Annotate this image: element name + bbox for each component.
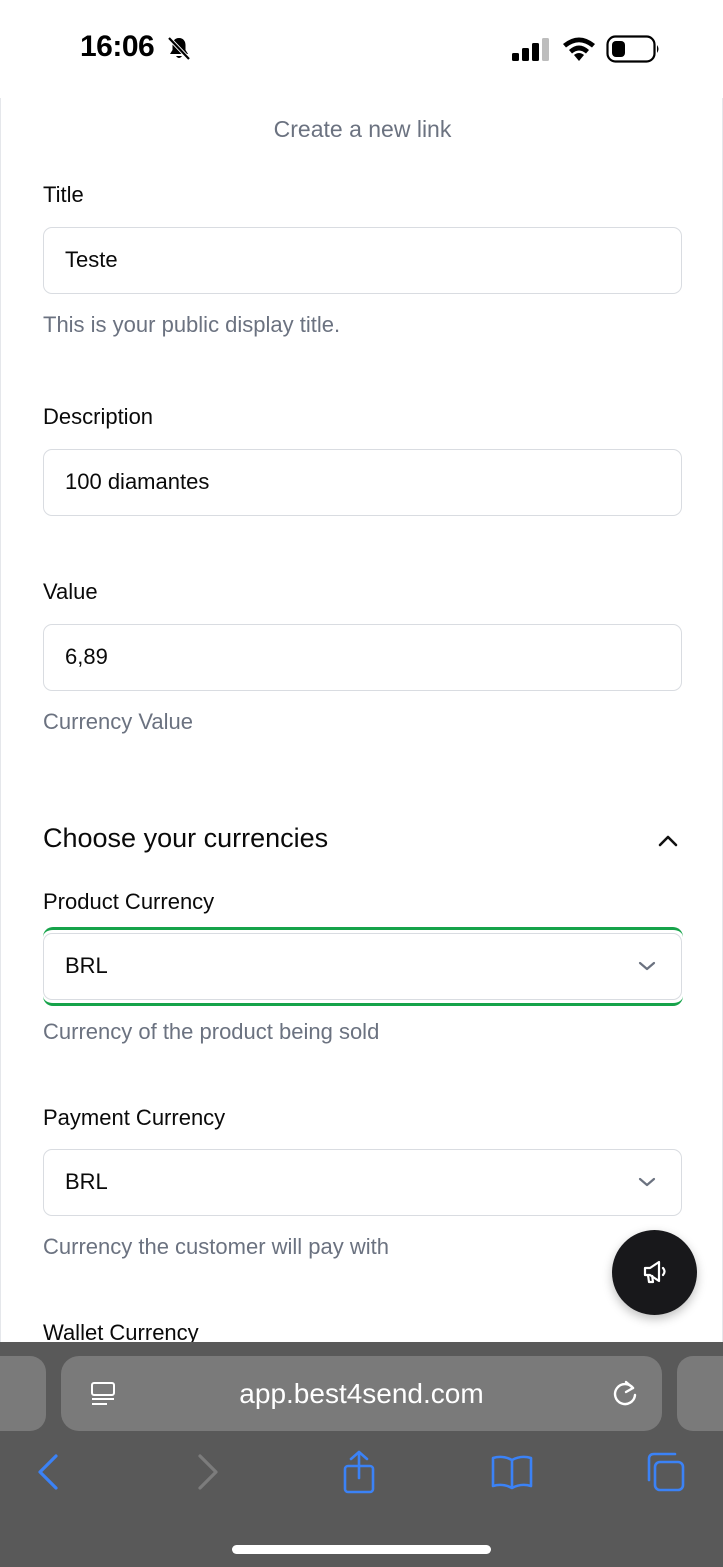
value-input-value: 6,89	[65, 644, 108, 669]
title-hint: This is your public display title.	[43, 312, 341, 337]
bell-slash-icon	[167, 36, 191, 61]
value-hint: Currency Value	[43, 709, 193, 734]
status-bar: 16:06	[0, 0, 723, 98]
payment-currency-value: BRL	[65, 1169, 108, 1194]
wallet-currency-label: Wallet Currency	[43, 1320, 199, 1342]
address-bar[interactable]: app.best4send.com	[61, 1356, 662, 1431]
value-label: Value	[43, 579, 98, 604]
product-currency-hint: Currency of the product being sold	[43, 1019, 380, 1044]
next-tab-preview[interactable]	[677, 1356, 723, 1431]
megaphone-icon	[643, 1260, 666, 1284]
page-title: Create a new link	[273, 116, 452, 142]
product-currency-value: BRL	[65, 953, 108, 978]
value-input[interactable]: 6,89	[43, 624, 682, 691]
currencies-section-title: Choose your currencies	[43, 823, 329, 853]
share-icon[interactable]	[337, 1450, 381, 1494]
bookmarks-icon[interactable]	[490, 1450, 534, 1494]
description-label: Description	[43, 404, 154, 429]
home-indicator	[232, 1545, 491, 1554]
previous-tab-preview[interactable]	[0, 1356, 46, 1431]
chevron-down-icon	[638, 1177, 656, 1187]
title-input[interactable]: Teste	[43, 227, 682, 294]
forward-icon[interactable]	[184, 1450, 228, 1494]
product-currency-label: Product Currency	[43, 889, 215, 914]
browser-toolbar: app.best4send.com	[0, 1342, 723, 1567]
battery-icon	[606, 35, 659, 63]
create-link-form: Create a new link Title Teste This is yo…	[0, 98, 723, 1342]
status-time: 16:06	[80, 30, 155, 63]
chevron-down-icon	[638, 961, 656, 971]
back-icon[interactable]	[28, 1450, 72, 1494]
signal-icon	[512, 38, 549, 61]
payment-currency-hint: Currency the customer will pay with	[43, 1234, 390, 1259]
payment-currency-label: Payment Currency	[43, 1105, 226, 1130]
reload-icon[interactable]	[609, 1378, 641, 1410]
tabs-icon[interactable]	[643, 1450, 687, 1494]
product-currency-select[interactable]: BRL	[43, 933, 682, 1000]
url-text: app.best4send.com	[239, 1378, 484, 1409]
description-input[interactable]: 100 diamantes	[43, 449, 682, 516]
wifi-icon	[563, 37, 595, 61]
title-label: Title	[43, 182, 84, 207]
chevron-up-icon[interactable]	[657, 834, 679, 848]
title-input-value: Teste	[65, 247, 118, 272]
payment-currency-select[interactable]: BRL	[43, 1149, 682, 1216]
description-input-value: 100 diamantes	[65, 469, 210, 494]
feedback-button[interactable]	[612, 1230, 697, 1315]
